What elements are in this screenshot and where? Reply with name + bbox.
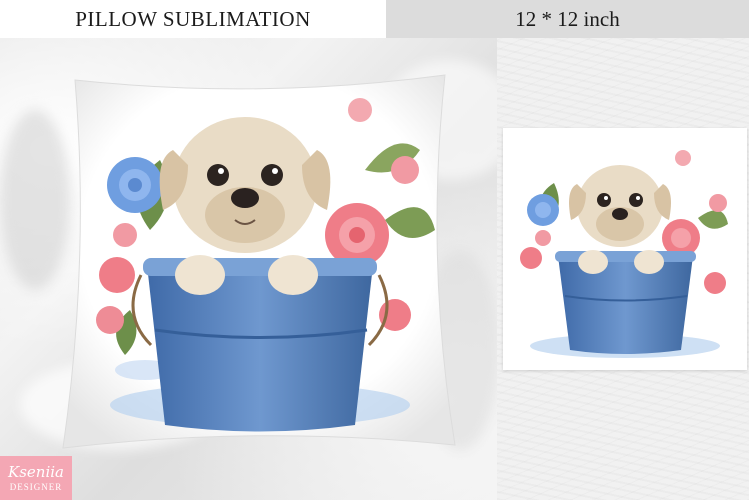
- designer-logo: Kseniia DESIGNER: [0, 456, 72, 500]
- header-pillow-sublimation: PILLOW SUBLIMATION: [0, 0, 386, 38]
- logo-name: Kseniia: [8, 462, 64, 481]
- header-size: 12 * 12 inch: [386, 0, 749, 38]
- print-preview: [503, 128, 747, 370]
- logo-subtitle: DESIGNER: [9, 481, 63, 492]
- pillow-mockup: [55, 70, 465, 450]
